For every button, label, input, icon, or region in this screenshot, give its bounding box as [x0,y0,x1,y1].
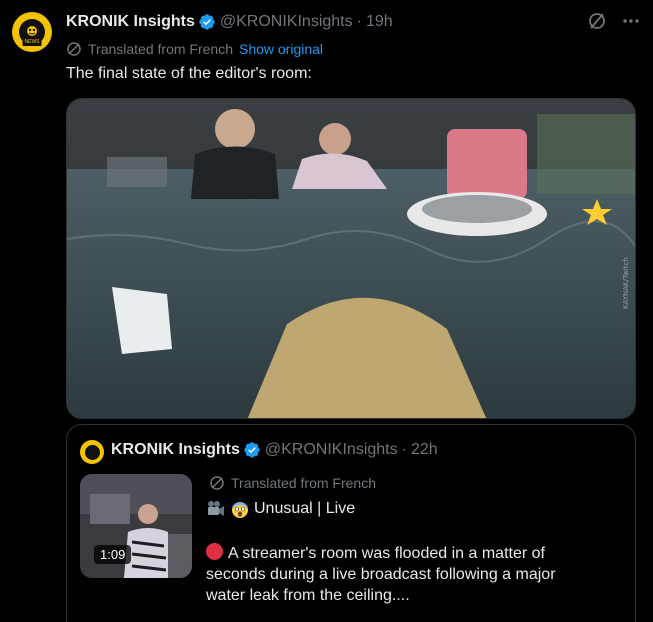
translated-label: Translated from French [88,41,233,57]
quoted-author-name: KRONIK Insights [111,441,240,458]
quoted-body: A streamer's room was flooded in a matte… [206,543,596,606]
author-handle[interactable]: @KRONIKInsights [220,13,353,31]
separator-dot: · [356,13,362,30]
quoted-tweet-header: KRONIK Insights @KRONIKInsights · 22h [111,441,438,459]
avatar-tag: NEWS [22,39,42,46]
quoted-video-thumbnail[interactable]: 1:09 [80,474,192,578]
video-duration: 1:09 [94,545,132,564]
quoted-title-line: Unusual | Live [206,499,355,519]
timestamp[interactable]: 19h [366,13,393,31]
header-actions [587,11,641,31]
grok-icon[interactable] [587,11,607,31]
quoted-timestamp: 22h [410,441,438,458]
svg-text:KAYNAK/Twitch: KAYNAK/Twitch [622,257,630,309]
red-circle-icon [206,543,223,560]
translate-icon [210,476,224,490]
tweet-media-image[interactable]: KAYNAK/Twitch [66,98,636,419]
tweet: NEWS KRONIK Insights @KRONIKInsights · 1… [0,0,653,622]
verified-badge-icon [199,14,215,30]
quoted-translated-label: Translated from French [231,475,376,491]
quoted-body-text: A streamer's room was flooded in a matte… [206,545,556,604]
tweet-text: The final state of the editor's room: [66,65,312,82]
quoted-author-handle: @KRONIKInsights [264,441,398,458]
show-original-link[interactable]: Show original [239,41,323,57]
author-avatar[interactable]: NEWS [12,12,52,52]
screaming-face-icon [230,499,250,519]
quoted-translation-notice: Translated from French [209,474,376,492]
quoted-title: Unusual | Live [254,500,356,517]
translate-icon [67,42,81,56]
separator-dot: · [401,441,407,458]
translation-notice: Translated from French Show original [66,40,323,58]
quoted-author-avatar [80,440,104,464]
verified-badge-icon [244,442,260,458]
more-options-icon[interactable] [621,11,641,31]
quoted-avatar-logo-icon [84,444,100,460]
quoted-tweet[interactable]: KRONIK Insights @KRONIKInsights · 22h 1:… [66,424,636,622]
tweet-header: KRONIK Insights @KRONIKInsights · 19h [66,11,641,33]
movie-camera-icon [206,499,226,519]
author-name[interactable]: KRONIK Insights [66,13,195,31]
